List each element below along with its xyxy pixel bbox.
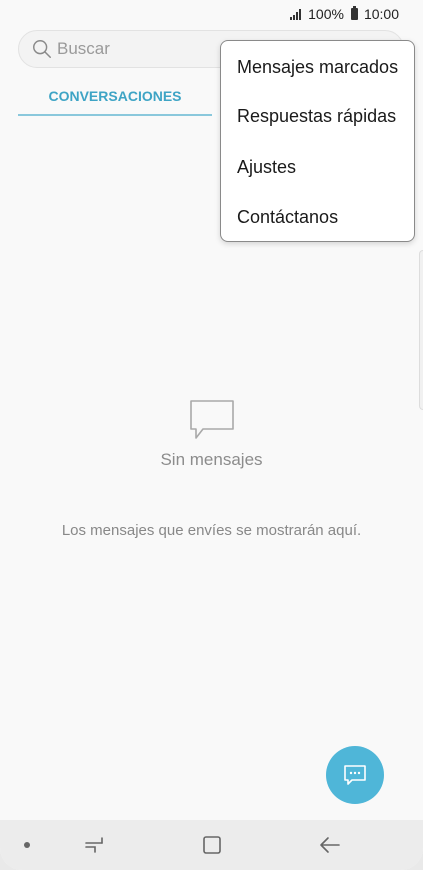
compose-message-button[interactable] xyxy=(326,746,384,804)
battery-percent: 100% xyxy=(308,6,344,22)
empty-state-description: Los mensajes que envíes se mostrarán aqu… xyxy=(61,522,362,539)
empty-state-title: Sin mensajes xyxy=(160,450,263,469)
menu-item-mensajes-marcados[interactable]: Mensajes marcados xyxy=(221,41,414,92)
tab-conversaciones[interactable]: CONVERSACIONES xyxy=(18,78,212,116)
menu-item-respuestas-rapidas[interactable]: Respuestas rápidas xyxy=(221,92,414,143)
search-placeholder: Buscar xyxy=(57,39,110,58)
dot-icon[interactable] xyxy=(24,842,30,848)
battery-icon xyxy=(350,6,358,20)
menu-item-ajustes[interactable]: Ajustes xyxy=(221,142,414,193)
new-message-icon xyxy=(344,765,366,785)
chat-bubble-icon xyxy=(190,400,234,439)
overflow-menu: Mensajes marcados Respuestas rápidas Aju… xyxy=(220,40,415,242)
status-bar: 100% 10:00 xyxy=(0,0,423,28)
search-icon xyxy=(33,40,51,58)
edge-panel-handle[interactable] xyxy=(419,250,423,410)
screen: 100% 10:00 Buscar CONVERSACIONES Sin men… xyxy=(0,0,423,870)
recent-apps-icon[interactable] xyxy=(83,834,105,856)
signal-icon xyxy=(290,8,302,20)
home-icon[interactable] xyxy=(201,834,223,856)
navigation-bar xyxy=(0,820,423,870)
clock: 10:00 xyxy=(363,6,399,22)
menu-item-contactanos[interactable]: Contáctanos xyxy=(221,193,414,244)
back-icon[interactable] xyxy=(318,834,342,856)
